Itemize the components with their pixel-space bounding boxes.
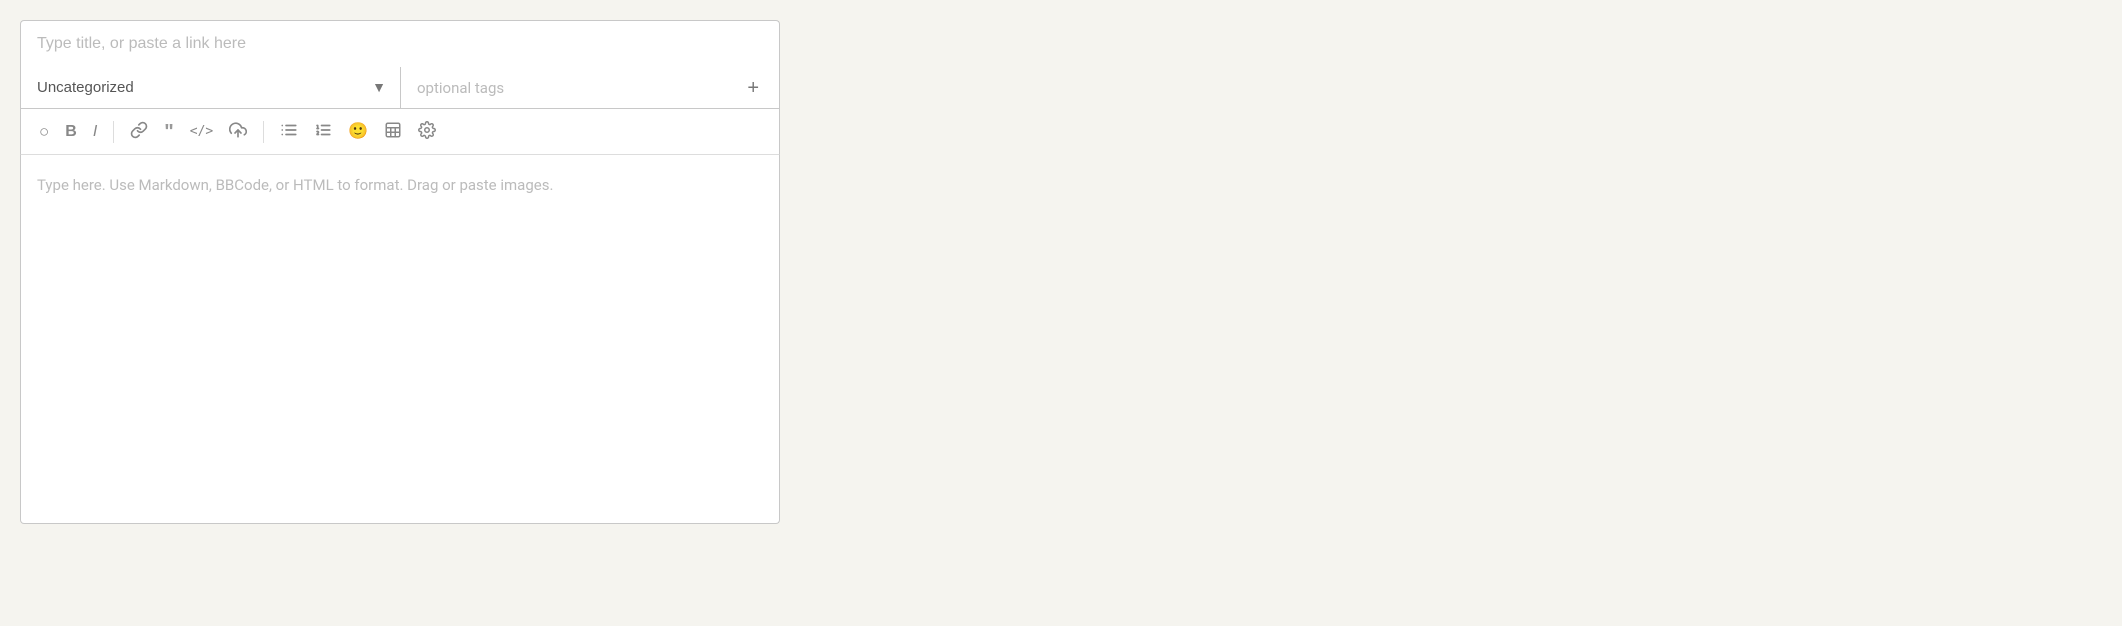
add-tag-button[interactable]: +: [743, 78, 763, 98]
content-textarea[interactable]: [20, 154, 780, 524]
code-icon: </>: [190, 125, 213, 138]
toolbar: ○ B I " </>: [20, 108, 780, 154]
upload-icon: [229, 121, 247, 142]
title-input[interactable]: [20, 20, 780, 67]
italic-icon: I: [93, 124, 97, 140]
code-button[interactable]: </>: [184, 121, 219, 142]
toolbar-divider-1: [113, 121, 114, 143]
link-button[interactable]: [124, 117, 154, 146]
ordered-list-button[interactable]: [308, 117, 338, 146]
toolbar-divider-2: [263, 121, 264, 143]
ordered-list-icon: [314, 121, 332, 142]
table-icon: [384, 121, 402, 142]
settings-button[interactable]: [412, 117, 442, 146]
italic-button[interactable]: I: [87, 120, 103, 144]
table-button[interactable]: [378, 117, 408, 146]
emoji-icon: 🙂: [348, 124, 368, 140]
unordered-list-button[interactable]: [274, 117, 304, 146]
blockquote-button[interactable]: ": [158, 118, 179, 146]
bold-icon: B: [65, 124, 77, 140]
category-select[interactable]: Uncategorized General News Questions: [21, 67, 400, 108]
comment-button[interactable]: ○: [33, 119, 55, 144]
meta-row: Uncategorized General News Questions ▼ o…: [20, 67, 780, 108]
gear-icon: [418, 121, 436, 142]
unordered-list-icon: [280, 121, 298, 142]
tags-placeholder: optional tags: [417, 79, 504, 97]
upload-button[interactable]: [223, 117, 253, 146]
comment-icon: ○: [39, 123, 49, 140]
emoji-button[interactable]: 🙂: [342, 120, 374, 144]
category-select-wrapper: Uncategorized General News Questions ▼: [21, 67, 401, 108]
blockquote-icon: ": [164, 122, 173, 142]
link-icon: [130, 121, 148, 142]
bold-button[interactable]: B: [59, 120, 83, 144]
editor-container: Uncategorized General News Questions ▼ o…: [20, 20, 780, 524]
tags-wrapper: optional tags +: [401, 67, 779, 108]
